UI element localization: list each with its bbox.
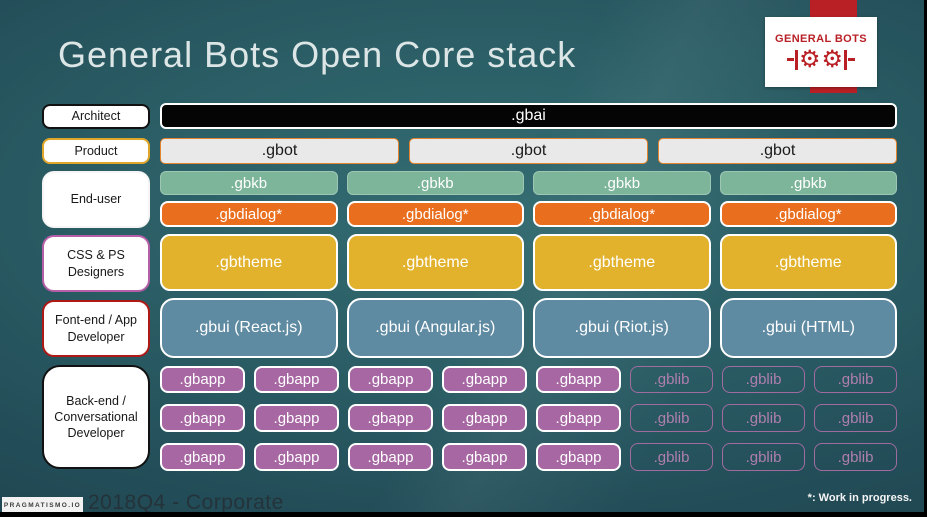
role-label-product: Product — [42, 138, 150, 164]
work-in-progress-footnote: *: Work in progress. — [807, 492, 912, 504]
role-label-css-ps-designers: CSS & PS Designers — [42, 235, 150, 292]
gbui-box: .gbui (Riot.js) — [533, 298, 711, 358]
gbapp-box: .gbapp — [160, 366, 245, 393]
pragmatismo-badge: PRAGMATISMO.IO — [2, 497, 83, 513]
gbdialog-box: .gbdialog* — [346, 201, 524, 227]
gbapp-box: .gbapp — [348, 443, 433, 471]
stack-row-apps-row-3: .gbapp .gbapp .gbapp .gbapp .gbapp .gblib .gbl… — [160, 443, 897, 471]
gbapp-box: .gbapp — [254, 366, 339, 393]
gbkb-box: .gbkb — [533, 171, 711, 195]
gbtheme-box: .gbtheme — [346, 234, 524, 291]
slide: General Bots Open Core stack GENERAL BOT… — [0, 0, 927, 517]
stack-rows: .gbai .gbot .gbot .gbot .gbkb .gbkb .gbkb .gbkb… — [160, 0, 897, 517]
gbdialog-box: .gbdialog* — [719, 201, 897, 227]
stack-row-gbtheme: .gbtheme .gbtheme .gbtheme .gbtheme — [160, 234, 897, 291]
gblib-box: .gblib — [630, 366, 713, 393]
gblib-box: .gblib — [630, 404, 713, 432]
stack-row-gbot: .gbot .gbot .gbot — [160, 138, 897, 164]
gblib-box: .gblib — [722, 366, 805, 393]
gbapp-box: .gbapp — [442, 366, 527, 393]
gblib-box: .gblib — [722, 404, 805, 432]
gbapp-box: .gbapp — [348, 366, 433, 393]
gbapp-box: .gbapp — [160, 404, 245, 432]
gblib-box: .gblib — [814, 366, 897, 393]
gbapp-box: .gbapp — [348, 404, 433, 432]
gbapp-box: .gbapp — [536, 366, 621, 393]
gbtheme-box: .gbtheme — [160, 234, 338, 291]
stack-row-gbdialog: .gbdialog* .gbdialog* .gbdialog* .gbdialog* — [160, 201, 897, 227]
gbkb-box: .gbkb — [160, 171, 338, 195]
gbot-box: .gbot — [160, 138, 399, 164]
bottom-edge — [0, 512, 927, 517]
gbapp-box: .gbapp — [536, 404, 621, 432]
gbui-box: .gbui (Angular.js) — [346, 298, 524, 358]
gblib-box: .gblib — [630, 443, 713, 471]
gbkb-box: .gbkb — [346, 171, 524, 195]
stack-row-gbkb: .gbkb .gbkb .gbkb .gbkb — [160, 171, 897, 195]
gblib-box: .gblib — [814, 404, 897, 432]
stack-row-apps-row-2: .gbapp .gbapp .gbapp .gbapp .gbapp .gblib .gbl… — [160, 404, 897, 432]
gbot-box: .gbot — [658, 138, 897, 164]
gbdialog-box: .gbdialog* — [160, 201, 338, 227]
gbtheme-box: .gbtheme — [533, 234, 711, 291]
stack-row-gbui: .gbui (React.js) .gbui (Angular.js) .gbui … — [160, 298, 897, 358]
role-label-end-user: End-user — [42, 171, 150, 228]
gbai-box: .gbai — [160, 103, 897, 129]
gbapp-box: .gbapp — [254, 443, 339, 471]
gbui-box: .gbui (HTML) — [719, 298, 897, 358]
gbui-box: .gbui (React.js) — [160, 298, 338, 358]
gbdialog-box: .gbdialog* — [533, 201, 711, 227]
gbot-box: .gbot — [409, 138, 648, 164]
gbapp-box: .gbapp — [160, 443, 245, 471]
gbkb-box: .gbkb — [719, 171, 897, 195]
gbapp-box: .gbapp — [254, 404, 339, 432]
gblib-box: .gblib — [722, 443, 805, 471]
role-label-font-end-app-developer: Font-end / App Developer — [42, 300, 150, 357]
role-label-back-end-conversational-developer: Back-end / Conversational Developer — [42, 365, 150, 469]
role-label-architect: Architect — [42, 104, 150, 129]
stack-row-gbai: .gbai — [160, 103, 897, 129]
gbapp-box: .gbapp — [442, 443, 527, 471]
gbtheme-box: .gbtheme — [719, 234, 897, 291]
gblib-box: .gblib — [814, 443, 897, 471]
gbapp-box: .gbapp — [442, 404, 527, 432]
gbapp-box: .gbapp — [536, 443, 621, 471]
stack-row-apps-row-1: .gbapp .gbapp .gbapp .gbapp .gbapp .gblib .gbl… — [160, 366, 897, 393]
